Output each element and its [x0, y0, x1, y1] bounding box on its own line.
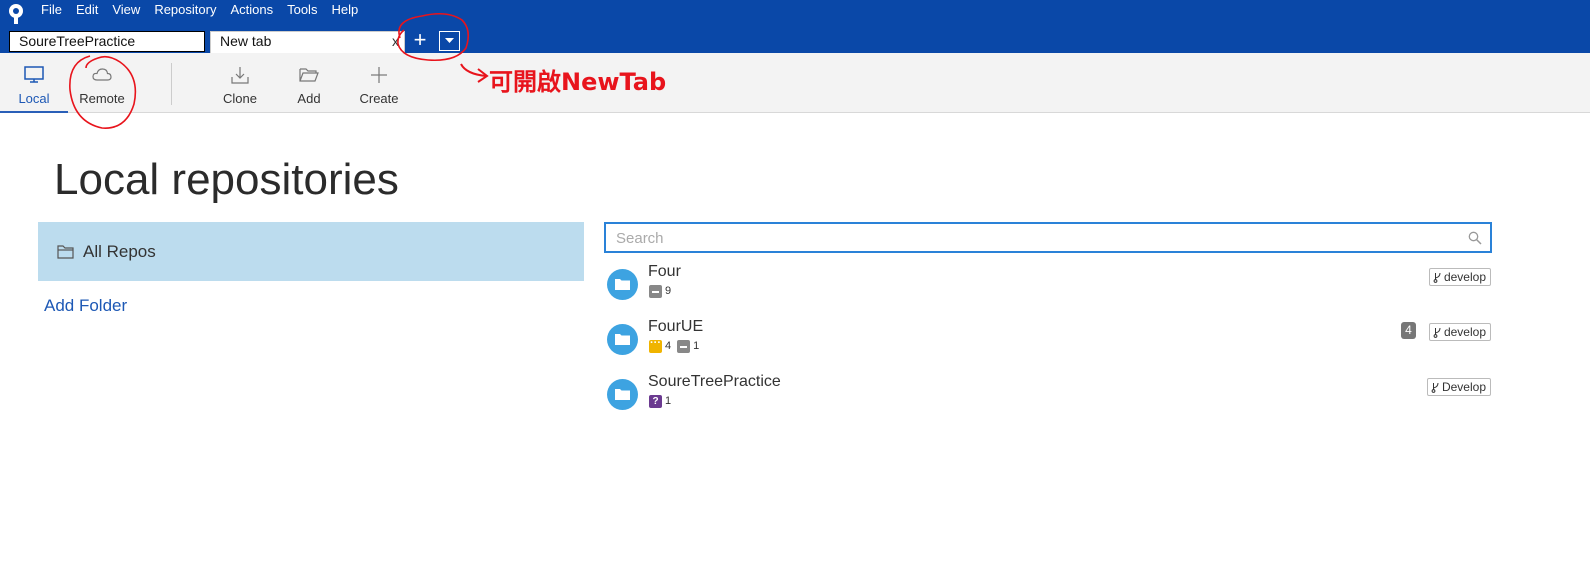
clone-label: Clone — [223, 91, 257, 106]
repo-row-souretreepractice[interactable]: SoureTreePractice ? 1 Develop — [604, 373, 1492, 423]
branch-name: develop — [1443, 270, 1486, 284]
repo-folder-icon — [607, 324, 638, 355]
branch-icon — [1433, 327, 1441, 338]
chevron-down-icon — [445, 38, 454, 43]
repo-row-four[interactable]: Four 9 develop — [604, 263, 1492, 313]
title-bar: File Edit View Repository Actions Tools … — [0, 0, 1590, 53]
tab-new-tab[interactable]: New tab x — [210, 31, 405, 53]
menu-edit[interactable]: Edit — [69, 0, 105, 20]
pending-count-badge: 4 — [1401, 322, 1416, 339]
repo-name: Four — [648, 263, 681, 280]
branch-icon — [1431, 382, 1439, 393]
create-button[interactable]: Create — [344, 53, 414, 113]
repo-row-fourue[interactable]: FourUE 4 1 4 develop — [604, 318, 1492, 368]
removed-files-icon — [677, 339, 691, 353]
add-folder-link[interactable]: Add Folder — [44, 296, 127, 316]
folder-panel: All Repos Add Folder — [38, 222, 584, 315]
local-button[interactable]: Local — [0, 53, 68, 113]
modified-files-count: 4 — [665, 340, 672, 352]
tab-close-icon[interactable]: x — [392, 32, 399, 51]
branch-name: develop — [1443, 325, 1486, 339]
search-box — [604, 222, 1492, 253]
tab-list-dropdown-button[interactable] — [439, 31, 460, 51]
modified-files-icon — [649, 337, 662, 353]
branch-tag: develop — [1428, 268, 1491, 286]
new-tab-button[interactable]: + — [410, 29, 430, 51]
folder-icon — [57, 244, 74, 259]
menu-actions[interactable]: Actions — [223, 0, 280, 20]
page-title: Local repositories — [54, 155, 399, 204]
remote-label: Remote — [79, 91, 125, 106]
tab-souretreepractice[interactable]: SoureTreePractice — [9, 31, 205, 52]
toolbar-divider — [171, 63, 172, 105]
toolbar: Local Remote Clone Add Create — [0, 53, 1590, 113]
menu-help[interactable]: Help — [324, 0, 365, 20]
repo-folder-icon — [607, 269, 638, 300]
folder-all-repos[interactable]: All Repos — [38, 222, 584, 281]
branch-name: Develop — [1441, 380, 1486, 394]
menu-tools[interactable]: Tools — [280, 0, 324, 20]
create-label: Create — [359, 91, 399, 106]
download-icon — [231, 67, 249, 84]
removed-files-count: 9 — [665, 285, 672, 297]
menu-file[interactable]: File — [34, 0, 69, 20]
untracked-files-icon: ? — [649, 394, 662, 408]
add-label: Add — [297, 91, 321, 106]
branch-tag: Develop — [1426, 378, 1491, 396]
monitor-icon — [24, 66, 44, 83]
local-label: Local — [18, 91, 50, 106]
annotation-text: 可開啟NewTab — [489, 68, 667, 96]
menu-view[interactable]: View — [105, 0, 147, 20]
menu-bar: File Edit View Repository Actions Tools … — [34, 0, 365, 20]
repo-stats: 4 1 — [649, 337, 705, 353]
removed-files-count: 1 — [693, 340, 700, 352]
branch-icon — [1433, 272, 1441, 283]
repo-name: FourUE — [648, 318, 704, 335]
plus-icon — [371, 67, 387, 83]
tab-label: New tab — [220, 33, 272, 49]
sourcetree-logo-icon — [9, 4, 23, 24]
cloud-icon — [92, 68, 112, 81]
add-button[interactable]: Add — [275, 53, 343, 113]
search-icon[interactable] — [1468, 231, 1482, 245]
clone-button[interactable]: Clone — [206, 53, 274, 113]
repo-name: SoureTreePractice — [648, 373, 781, 390]
open-folder-icon — [299, 68, 319, 82]
branch-tag: develop — [1428, 323, 1491, 341]
repo-stats: 9 — [649, 284, 677, 298]
menu-repository[interactable]: Repository — [147, 0, 223, 20]
removed-files-icon — [649, 284, 662, 298]
repo-folder-icon — [607, 379, 638, 410]
tab-label: SoureTreePractice — [19, 33, 136, 49]
repo-stats: ? 1 — [649, 394, 677, 408]
search-input[interactable] — [616, 227, 1456, 249]
untracked-files-count: 1 — [665, 395, 672, 407]
folder-all-repos-label: All Repos — [83, 241, 156, 261]
remote-button[interactable]: Remote — [68, 53, 136, 113]
